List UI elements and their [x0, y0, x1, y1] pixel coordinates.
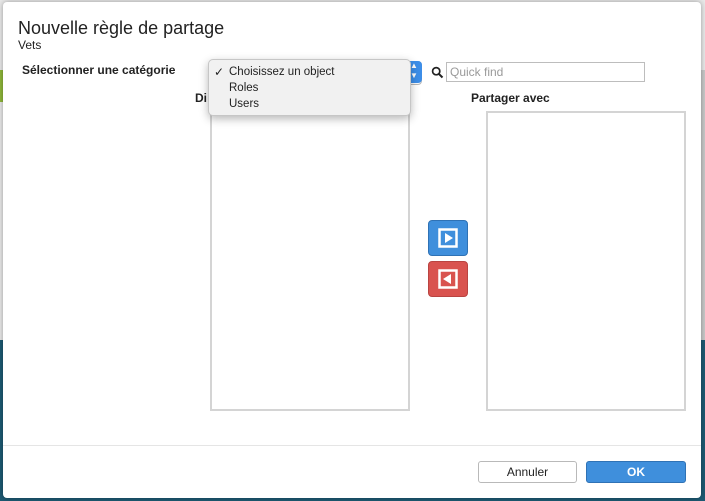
- add-to-share-button[interactable]: [428, 220, 468, 256]
- cancel-button[interactable]: Annuler: [478, 461, 577, 483]
- remove-from-share-button[interactable]: [428, 261, 468, 297]
- background-panel-edge: [701, 70, 705, 340]
- dialog-title: Nouvelle règle de partage: [18, 18, 225, 38]
- share-with-label: Partager avec: [471, 91, 550, 105]
- available-items-list[interactable]: [210, 110, 410, 411]
- ok-button[interactable]: OK: [586, 461, 686, 483]
- checkmark-icon: ✓: [214, 65, 225, 79]
- shared-items-list[interactable]: [486, 111, 686, 411]
- category-dropdown-menu: ✓ Choisissez un object Roles Users: [208, 59, 411, 116]
- available-list-label: Di: [195, 91, 207, 105]
- sharing-rule-dialog: Nouvelle règle de partage Vets Sélection…: [3, 2, 701, 498]
- category-label: Sélectionner une catégorie: [22, 63, 176, 77]
- play-right-icon: [438, 228, 458, 248]
- dropdown-option-choose[interactable]: Choisissez un object: [229, 64, 334, 80]
- dialog-subtitle: Vets: [18, 38, 42, 52]
- dropdown-option-users[interactable]: Users: [229, 96, 259, 112]
- play-left-icon: [438, 269, 458, 289]
- search-icon: [431, 66, 444, 79]
- dropdown-option-roles[interactable]: Roles: [229, 80, 258, 96]
- footer-divider: [3, 445, 701, 446]
- quick-find-input[interactable]: [446, 62, 645, 82]
